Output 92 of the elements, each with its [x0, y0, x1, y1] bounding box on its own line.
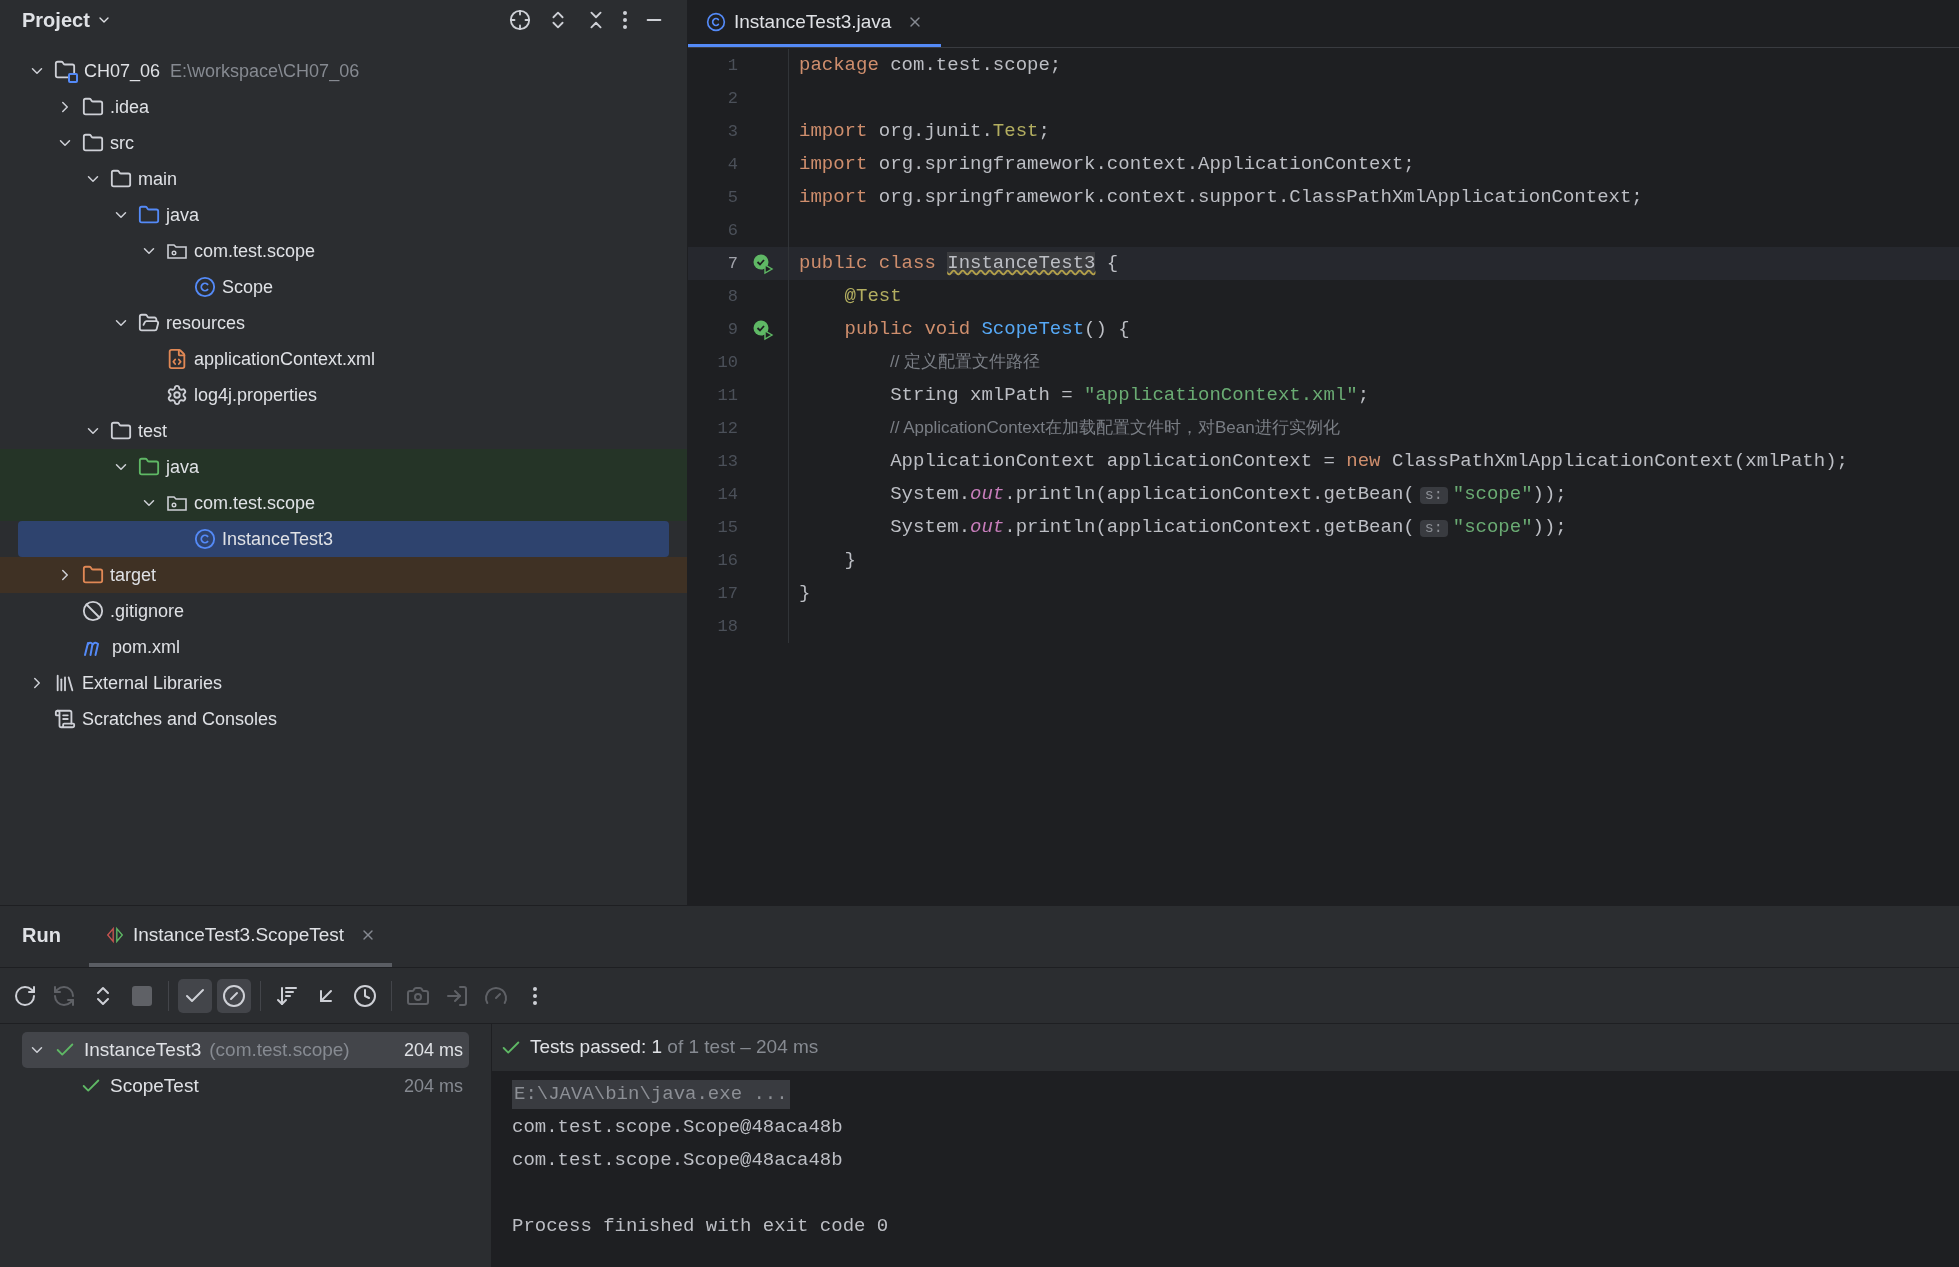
class-icon: [706, 12, 726, 32]
console-line: Process finished with exit code 0: [512, 1214, 889, 1240]
code-line: import org.springframework.context.support.ClassPathXmlApplicationContext;: [799, 185, 1643, 211]
item-label: main: [138, 167, 177, 191]
code-line: import org.springframework.context.ApplicationContext;: [799, 152, 1415, 178]
code-line: public class InstanceTest3 {: [799, 251, 1119, 277]
code-line: @Test: [843, 284, 902, 310]
item-label: .idea: [110, 95, 150, 119]
scratches-icon: [54, 708, 76, 730]
tree-item[interactable]: target: [18, 557, 669, 593]
tree-item[interactable]: resources: [18, 305, 669, 341]
item-label: java: [166, 455, 200, 479]
tree-item[interactable]: Scratches and Consoles: [18, 701, 669, 737]
test-duration: 204 ms: [403, 1074, 463, 1098]
tree-item[interactable]: src: [18, 125, 669, 161]
code-line: // ApplicationContext在加载配置文件时，对Bean进行实例化: [889, 417, 1340, 440]
code-line: ApplicationContext applicationContext = new ClassPathXmlApplicationContext(xmlPath);: [889, 449, 1848, 475]
item-label: External Libraries: [82, 671, 223, 695]
tree-item[interactable]: .gitignore: [18, 593, 669, 629]
tree-item[interactable]: com.test.scope: [18, 485, 669, 521]
test-status-icon: [104, 925, 125, 944]
test-duration: 204 ms: [403, 1038, 463, 1062]
tests-summary: Tests passed: 1 of 1 test – 204 ms: [530, 1035, 819, 1060]
item-label: resources: [166, 311, 246, 335]
tree-item[interactable]: java: [18, 449, 669, 485]
panel-title: Run: [22, 923, 61, 948]
code-line: // 定义配置文件路径: [889, 351, 1041, 374]
more-icon[interactable]: [623, 11, 627, 29]
item-label: CH07_06: [84, 59, 161, 84]
test-name: ScopeTest: [110, 1073, 199, 1098]
code-line: String xmlPath = "applicationContext.xml";: [889, 383, 1370, 409]
item-label: InstanceTest3: [222, 527, 334, 551]
tree-item[interactable]: test: [18, 413, 669, 449]
code-line: package com.test.scope;: [799, 53, 1062, 79]
folder-icon: [82, 564, 104, 586]
gear-icon: [166, 384, 188, 406]
item-label: Scope: [222, 275, 274, 299]
console-line: com.test.scope.Scope@48aca48b: [512, 1115, 843, 1141]
folder-icon: [110, 168, 132, 190]
item-label: applicationContext.xml: [194, 347, 376, 371]
panel-title-dropdown[interactable]: Project: [22, 5, 112, 35]
tree-item[interactable]: com.test.scope: [18, 233, 669, 269]
item-label: com.test.scope: [194, 491, 316, 515]
tree-item[interactable]: main: [18, 161, 669, 197]
item-label: src: [110, 131, 134, 155]
folder-icon: [110, 420, 132, 442]
ban-icon: [82, 600, 104, 622]
code-line: System.out.println(applicationContext.getBean( s: "scope"));: [889, 482, 1567, 508]
run-test-icon[interactable]: [752, 318, 774, 341]
code-line: public void ScopeTest() {: [843, 317, 1130, 343]
tree-item[interactable]: applicationContext.xml: [18, 341, 669, 377]
item-path: E:\workspace\CH07_06: [170, 59, 360, 84]
item-label: test: [138, 419, 167, 443]
code-line: }: [843, 548, 856, 574]
code-file-icon: [166, 348, 188, 370]
run-test-icon[interactable]: [752, 252, 774, 275]
item-label: pom.xml: [112, 635, 180, 659]
tree-item[interactable]: log4j.properties: [18, 377, 669, 413]
tree-item[interactable]: Scope: [18, 269, 669, 305]
folder-icon: [82, 132, 104, 154]
test-row[interactable]: InstanceTest3 (com.test.scope) 204 ms: [22, 1032, 469, 1068]
tree-item[interactable]: External Libraries: [18, 665, 669, 701]
console-line: com.test.scope.Scope@48aca48b: [512, 1148, 843, 1174]
run-tab[interactable]: InstanceTest3.ScopeTest: [88, 920, 393, 967]
code-line: import org.junit.Test;: [799, 119, 1050, 145]
editor-tab[interactable]: InstanceTest3.java: [688, 0, 942, 47]
code-line: }: [799, 581, 811, 607]
folder-icon: [138, 312, 160, 334]
item-label: Scratches and Consoles: [82, 707, 278, 731]
item-label: log4j.properties: [194, 383, 318, 407]
folder-icon: [138, 456, 160, 478]
test-package: (com.test.scope): [209, 1037, 350, 1062]
tree-item[interactable]: .idea: [18, 89, 669, 125]
line-number: 7: [726, 252, 738, 275]
class-icon: [194, 276, 216, 298]
tree-item[interactable]: pom.xml: [18, 629, 669, 665]
tree-item[interactable]: InstanceTest3: [18, 521, 669, 557]
test-name: InstanceTest3: [84, 1037, 202, 1062]
item-label: java: [166, 203, 200, 227]
folder-icon: [138, 204, 160, 226]
test-row[interactable]: ScopeTest 204 ms: [22, 1068, 469, 1104]
locate-icon[interactable]: [509, 9, 531, 31]
library-icon: [54, 672, 76, 694]
code-line: System.out.println(applicationContext.getBean( s: "scope"));: [889, 515, 1567, 541]
item-label: .gitignore: [110, 599, 185, 623]
item-label: target: [110, 563, 157, 587]
tree-item[interactable]: java: [18, 197, 669, 233]
item-label: com.test.scope: [194, 239, 316, 263]
folder-icon: [82, 96, 104, 118]
tree-item[interactable]: CH07_06 E:\workspace\CH07_06: [18, 53, 669, 89]
module-folder-icon: [54, 59, 78, 83]
class-icon: [194, 528, 216, 550]
